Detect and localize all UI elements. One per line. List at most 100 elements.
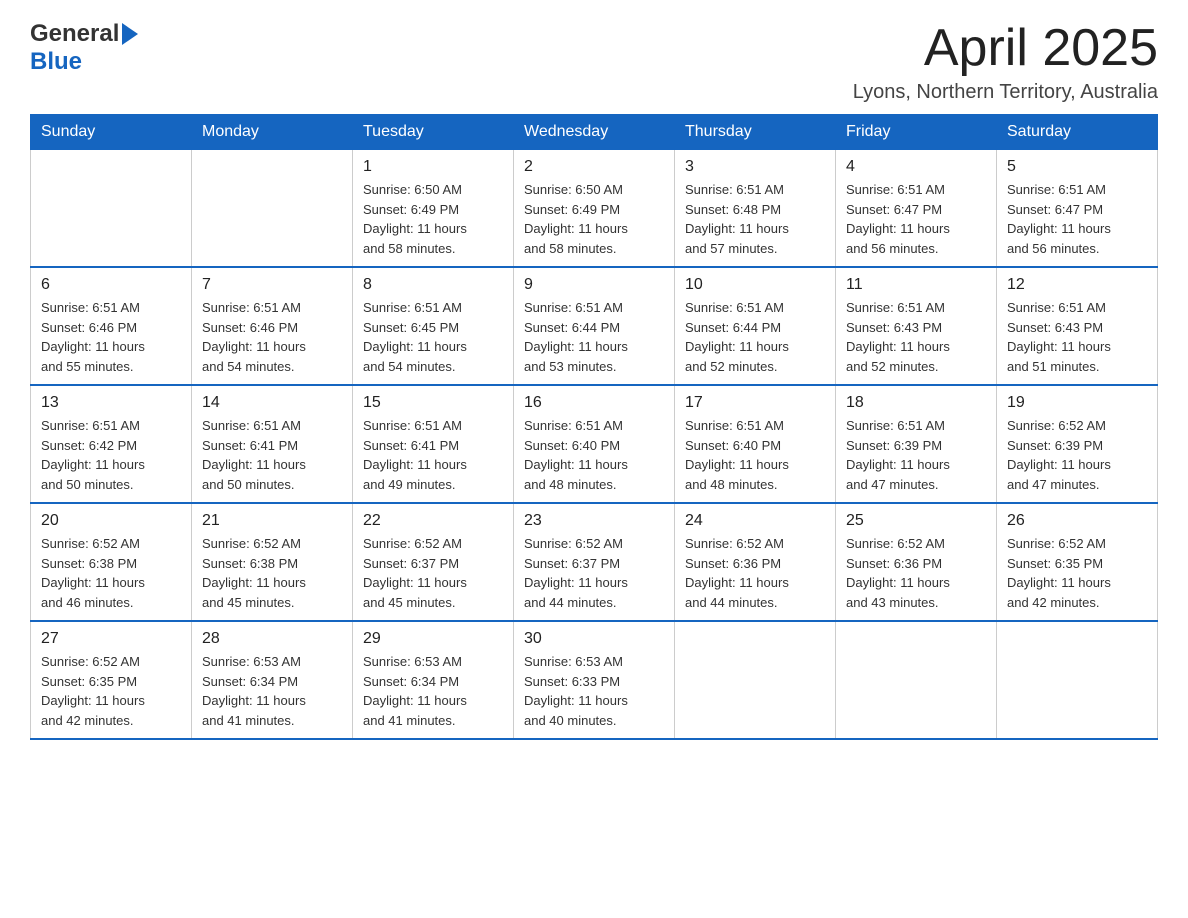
calendar-cell: [192, 150, 353, 268]
day-info: Sunrise: 6:52 AMSunset: 6:38 PMDaylight:…: [41, 534, 181, 612]
calendar-cell: 19 Sunrise: 6:52 AMSunset: 6:39 PMDayligh…: [997, 385, 1158, 503]
calendar-cell: 12 Sunrise: 6:51 AMSunset: 6:43 PMDayligh…: [997, 267, 1158, 385]
calendar-cell: 28Sunrise: 6:53 AMSunset: 6:34 PMDayligh…: [192, 621, 353, 739]
day-info: Sunrise: 6:51 AMSunset: 6:41 PMDaylight:…: [363, 416, 503, 494]
calendar-cell: 11 Sunrise: 6:51 AMSunset: 6:43 PMDayligh…: [836, 267, 997, 385]
calendar-cell: [31, 150, 192, 268]
calendar-cell: [997, 621, 1158, 739]
day-info: Sunrise: 6:52 AMSunset: 6:39 PMDaylight:…: [1007, 416, 1147, 494]
day-number: 11: [846, 276, 986, 294]
day-info: Sunrise: 6:50 AMSunset: 6:49 PMDaylight:…: [524, 180, 664, 258]
day-number: 29: [363, 630, 503, 648]
weekday-header-monday: Monday: [192, 115, 353, 150]
day-number: 25: [846, 512, 986, 530]
day-info: Sunrise: 6:51 AMSunset: 6:46 PMDaylight:…: [41, 298, 181, 376]
calendar-cell: 6Sunrise: 6:51 AMSunset: 6:46 PMDaylight…: [31, 267, 192, 385]
calendar-cell: 8Sunrise: 6:51 AMSunset: 6:45 PMDaylight…: [353, 267, 514, 385]
calendar-cell: 13 Sunrise: 6:51 AMSunset: 6:42 PMDayligh…: [31, 385, 192, 503]
day-number: 24: [685, 512, 825, 530]
calendar-cell: 20 Sunrise: 6:52 AMSunset: 6:38 PMDayligh…: [31, 503, 192, 621]
logo-blue-text: Blue: [30, 48, 82, 75]
calendar-cell: 21 Sunrise: 6:52 AMSunset: 6:38 PMDayligh…: [192, 503, 353, 621]
day-number: 22: [363, 512, 503, 530]
day-number: 18: [846, 394, 986, 412]
day-info: Sunrise: 6:50 AMSunset: 6:49 PMDaylight:…: [363, 180, 503, 258]
day-number: 27: [41, 630, 181, 648]
day-info: Sunrise: 6:51 AMSunset: 6:39 PMDaylight:…: [846, 416, 986, 494]
calendar-cell: 10 Sunrise: 6:51 AMSunset: 6:44 PMDayligh…: [675, 267, 836, 385]
day-number: 14: [202, 394, 342, 412]
day-info: Sunrise: 6:51 AMSunset: 6:47 PMDaylight:…: [1007, 180, 1147, 258]
day-info: Sunrise: 6:52 AMSunset: 6:35 PMDaylight:…: [41, 652, 181, 730]
calendar-cell: 14 Sunrise: 6:51 AMSunset: 6:41 PMDayligh…: [192, 385, 353, 503]
calendar-cell: [836, 621, 997, 739]
day-info: Sunrise: 6:51 AMSunset: 6:43 PMDaylight:…: [846, 298, 986, 376]
calendar-cell: [675, 621, 836, 739]
day-info: Sunrise: 6:52 AMSunset: 6:37 PMDaylight:…: [524, 534, 664, 612]
day-number: 4: [846, 158, 986, 176]
calendar-cell: 5 Sunrise: 6:51 AMSunset: 6:47 PMDaylight…: [997, 150, 1158, 268]
calendar-cell: 16 Sunrise: 6:51 AMSunset: 6:40 PMDayligh…: [514, 385, 675, 503]
day-info: Sunrise: 6:53 AMSunset: 6:34 PMDaylight:…: [363, 652, 503, 730]
calendar-cell: 22 Sunrise: 6:52 AMSunset: 6:37 PMDayligh…: [353, 503, 514, 621]
location-subtitle: Lyons, Northern Territory, Australia: [853, 81, 1158, 104]
day-number: 16: [524, 394, 664, 412]
calendar-cell: 30 Sunrise: 6:53 AMSunset: 6:33 PMDayligh…: [514, 621, 675, 739]
month-title: April 2025: [853, 20, 1158, 77]
day-number: 12: [1007, 276, 1147, 294]
calendar-cell: 18 Sunrise: 6:51 AMSunset: 6:39 PMDayligh…: [836, 385, 997, 503]
calendar-header: SundayMondayTuesdayWednesdayThursdayFrid…: [31, 115, 1158, 150]
logo: General Blue: [30, 20, 138, 76]
day-info: Sunrise: 6:51 AMSunset: 6:41 PMDaylight:…: [202, 416, 342, 494]
logo-triangle-icon: [122, 23, 138, 45]
day-number: 17: [685, 394, 825, 412]
header-row: SundayMondayTuesdayWednesdayThursdayFrid…: [31, 115, 1158, 150]
day-info: Sunrise: 6:52 AMSunset: 6:35 PMDaylight:…: [1007, 534, 1147, 612]
day-number: 3: [685, 158, 825, 176]
day-info: Sunrise: 6:51 AMSunset: 6:47 PMDaylight:…: [846, 180, 986, 258]
calendar-table: SundayMondayTuesdayWednesdayThursdayFrid…: [30, 114, 1158, 740]
day-number: 20: [41, 512, 181, 530]
day-number: 28: [202, 630, 342, 648]
day-info: Sunrise: 6:53 AMSunset: 6:33 PMDaylight:…: [524, 652, 664, 730]
weekday-header-friday: Friday: [836, 115, 997, 150]
page-header: General Blue April 2025 Lyons, Northern …: [30, 20, 1158, 104]
day-number: 9: [524, 276, 664, 294]
calendar-body: 1Sunrise: 6:50 AMSunset: 6:49 PMDaylight…: [31, 150, 1158, 740]
calendar-cell: 23 Sunrise: 6:52 AMSunset: 6:37 PMDayligh…: [514, 503, 675, 621]
weekday-header-wednesday: Wednesday: [514, 115, 675, 150]
day-number: 2: [524, 158, 664, 176]
calendar-week-5: 27 Sunrise: 6:52 AMSunset: 6:35 PMDayligh…: [31, 621, 1158, 739]
day-info: Sunrise: 6:51 AMSunset: 6:40 PMDaylight:…: [524, 416, 664, 494]
day-number: 5: [1007, 158, 1147, 176]
day-number: 10: [685, 276, 825, 294]
calendar-cell: 1Sunrise: 6:50 AMSunset: 6:49 PMDaylight…: [353, 150, 514, 268]
calendar-cell: 15 Sunrise: 6:51 AMSunset: 6:41 PMDayligh…: [353, 385, 514, 503]
day-number: 23: [524, 512, 664, 530]
day-number: 26: [1007, 512, 1147, 530]
day-info: Sunrise: 6:51 AMSunset: 6:46 PMDaylight:…: [202, 298, 342, 376]
day-number: 30: [524, 630, 664, 648]
calendar-cell: 17Sunrise: 6:51 AMSunset: 6:40 PMDayligh…: [675, 385, 836, 503]
day-number: 21: [202, 512, 342, 530]
calendar-cell: 7Sunrise: 6:51 AMSunset: 6:46 PMDaylight…: [192, 267, 353, 385]
day-info: Sunrise: 6:51 AMSunset: 6:48 PMDaylight:…: [685, 180, 825, 258]
day-number: 19: [1007, 394, 1147, 412]
day-info: Sunrise: 6:51 AMSunset: 6:42 PMDaylight:…: [41, 416, 181, 494]
calendar-cell: 27 Sunrise: 6:52 AMSunset: 6:35 PMDayligh…: [31, 621, 192, 739]
day-info: Sunrise: 6:52 AMSunset: 6:38 PMDaylight:…: [202, 534, 342, 612]
calendar-cell: 2 Sunrise: 6:50 AMSunset: 6:49 PMDaylight…: [514, 150, 675, 268]
day-info: Sunrise: 6:51 AMSunset: 6:44 PMDaylight:…: [685, 298, 825, 376]
weekday-header-saturday: Saturday: [997, 115, 1158, 150]
calendar-week-4: 20 Sunrise: 6:52 AMSunset: 6:38 PMDayligh…: [31, 503, 1158, 621]
day-info: Sunrise: 6:51 AMSunset: 6:43 PMDaylight:…: [1007, 298, 1147, 376]
day-number: 15: [363, 394, 503, 412]
weekday-header-sunday: Sunday: [31, 115, 192, 150]
logo-general-text: General: [30, 20, 119, 48]
day-number: 13: [41, 394, 181, 412]
day-info: Sunrise: 6:52 AMSunset: 6:37 PMDaylight:…: [363, 534, 503, 612]
calendar-week-1: 1Sunrise: 6:50 AMSunset: 6:49 PMDaylight…: [31, 150, 1158, 268]
day-info: Sunrise: 6:52 AMSunset: 6:36 PMDaylight:…: [685, 534, 825, 612]
calendar-cell: 26 Sunrise: 6:52 AMSunset: 6:35 PMDayligh…: [997, 503, 1158, 621]
day-info: Sunrise: 6:51 AMSunset: 6:45 PMDaylight:…: [363, 298, 503, 376]
